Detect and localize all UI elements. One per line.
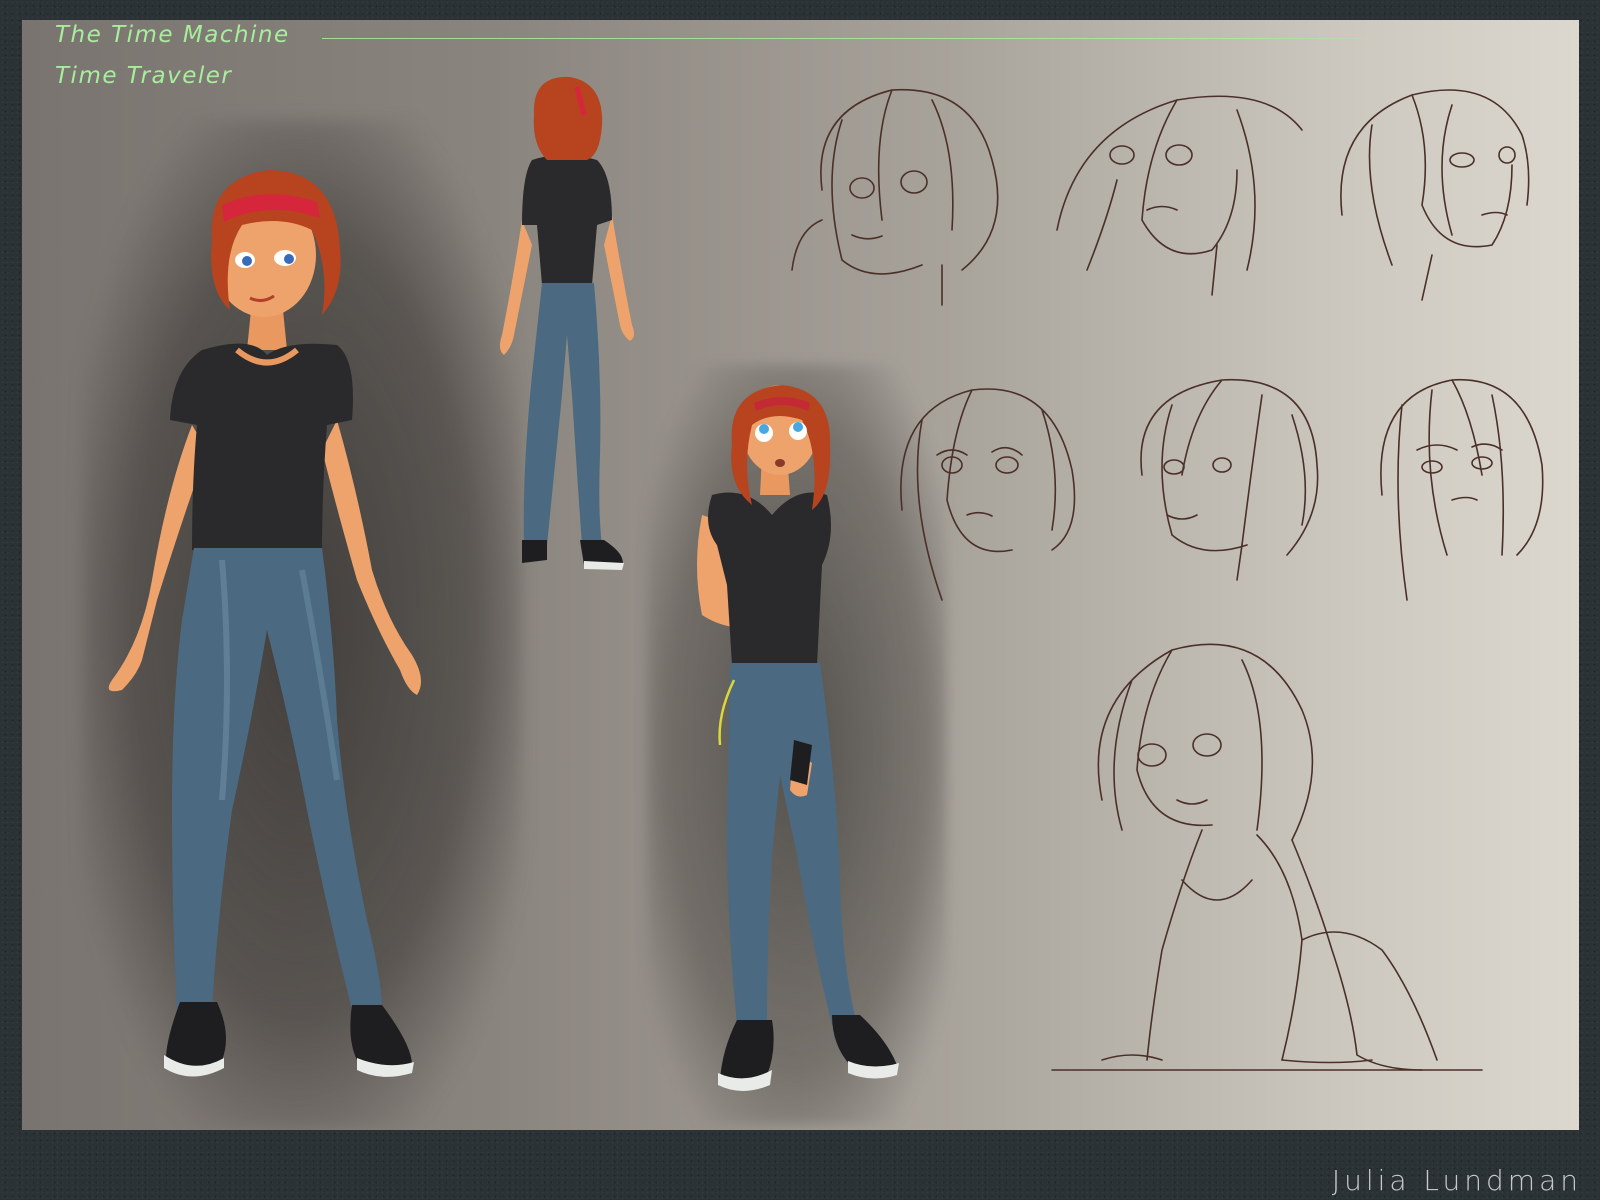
sketch-head-1 [791, 88, 999, 306]
figure-front-view [108, 170, 421, 1077]
sketch-head-2 [1056, 95, 1303, 296]
artist-credit: Julia Lundman [1331, 1164, 1582, 1197]
figure-back-view [499, 76, 635, 570]
sketch-head-5 [1140, 378, 1319, 581]
character-sheet: The Time Machine Time Traveler [22, 20, 1579, 1130]
sheet-subtitle: Time Traveler [55, 63, 233, 89]
sketch-crouch-pose [1051, 643, 1483, 1071]
sketch-head-6 [1380, 378, 1544, 601]
sketch-head-4 [900, 388, 1076, 601]
sheet-title: The Time Machine [55, 22, 290, 48]
sketch-head-3 [1340, 89, 1530, 301]
title-rule [322, 38, 1412, 39]
